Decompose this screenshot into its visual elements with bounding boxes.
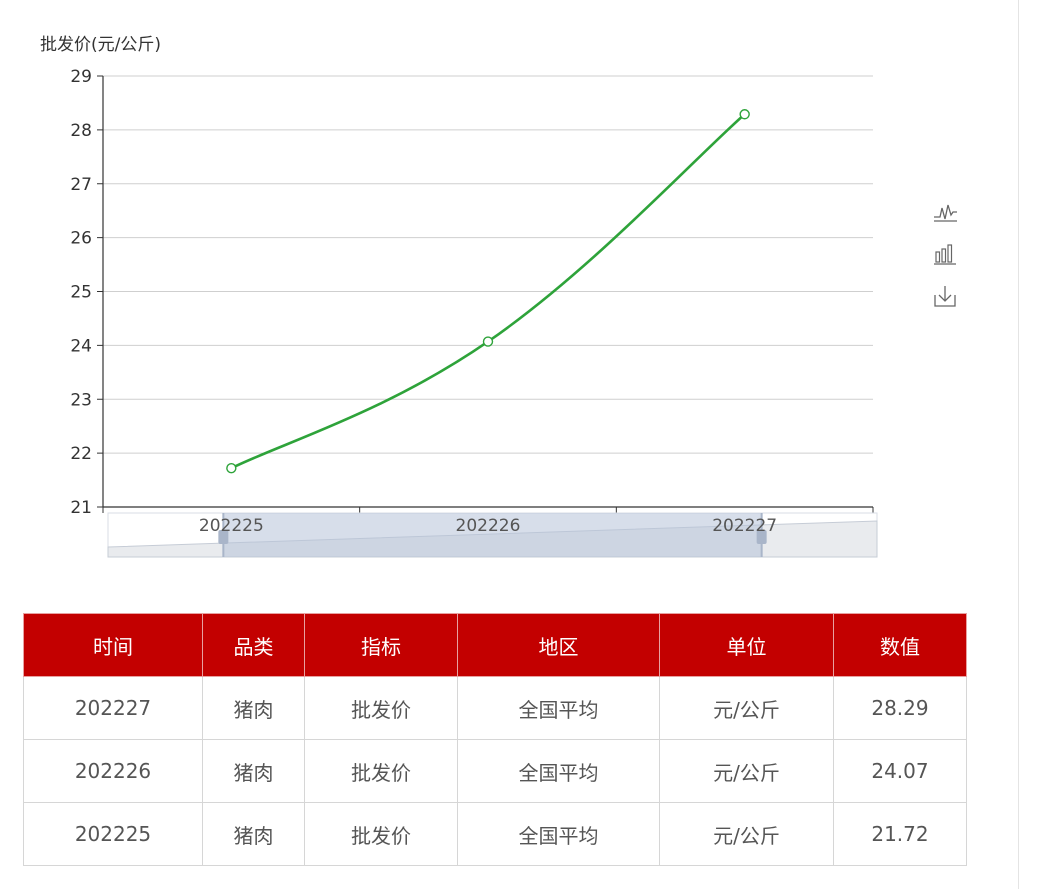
cell-region: 全国平均 xyxy=(457,802,660,866)
y-tick-label: 27 xyxy=(70,175,92,195)
data-point xyxy=(226,463,237,474)
cell-unit: 元/公斤 xyxy=(659,739,834,803)
cell-indicator: 批发价 xyxy=(304,802,458,866)
y-tick-label: 22 xyxy=(70,444,92,464)
y-tick-label: 23 xyxy=(70,390,92,410)
y-tick-label: 24 xyxy=(70,336,92,356)
line-chart-icon[interactable] xyxy=(932,198,958,224)
data-point xyxy=(482,336,494,347)
header-indicator: 指标 xyxy=(304,613,458,677)
x-tick-label: 202227 xyxy=(712,516,777,536)
y-tick-label: 29 xyxy=(70,67,92,87)
right-divider xyxy=(1018,0,1019,889)
y-tick-label: 25 xyxy=(70,283,92,303)
line-chart: 批发价(元/公斤) 21 22 23 24 25 26 27 28 29 202225 202226 2… xyxy=(40,35,878,558)
cell-unit: 元/公斤 xyxy=(659,802,834,866)
y-tick-label: 26 xyxy=(70,229,92,249)
x-tick-label: 202226 xyxy=(456,516,521,536)
table-row: 202225 猪肉 批发价 全国平均 元/公斤 21.72 xyxy=(23,802,967,866)
cell-time: 202227 xyxy=(23,676,203,740)
header-category: 品类 xyxy=(202,613,305,677)
x-tick-label: 202225 xyxy=(199,516,264,536)
table-header-row: 时间 品类 指标 地区 单位 数值 xyxy=(23,613,967,677)
cell-unit: 元/公斤 xyxy=(659,676,834,740)
header-unit: 单位 xyxy=(659,613,834,677)
cell-region: 全国平均 xyxy=(457,676,660,740)
download-icon[interactable] xyxy=(932,283,958,309)
cell-indicator: 批发价 xyxy=(304,739,458,803)
cell-indicator: 批发价 xyxy=(304,676,458,740)
cell-value: 21.72 xyxy=(833,802,967,866)
cell-value: 24.07 xyxy=(833,739,967,803)
table-row: 202226 猪肉 批发价 全国平均 元/公斤 24.07 xyxy=(23,739,967,803)
header-time: 时间 xyxy=(23,613,203,677)
y-tick-label: 28 xyxy=(70,121,92,141)
data-table: 时间 品类 指标 地区 单位 数值 202227 猪肉 批发价 全国平均 元/公… xyxy=(23,613,967,866)
y-tick-label: 21 xyxy=(70,498,92,518)
cell-time: 202226 xyxy=(23,739,203,803)
header-value: 数值 xyxy=(833,613,967,677)
cell-category: 猪肉 xyxy=(202,802,305,866)
cell-time: 202225 xyxy=(23,802,203,866)
cell-value: 28.29 xyxy=(833,676,967,740)
header-region: 地区 xyxy=(457,613,660,677)
table-row: 202227 猪肉 批发价 全国平均 元/公斤 28.29 xyxy=(23,676,967,740)
bar-chart-icon[interactable] xyxy=(932,240,958,266)
cell-region: 全国平均 xyxy=(457,739,660,803)
cell-category: 猪肉 xyxy=(202,676,305,740)
cell-category: 猪肉 xyxy=(202,739,305,803)
y-axis-title: 批发价(元/公斤) xyxy=(40,35,161,55)
data-point xyxy=(739,109,750,120)
